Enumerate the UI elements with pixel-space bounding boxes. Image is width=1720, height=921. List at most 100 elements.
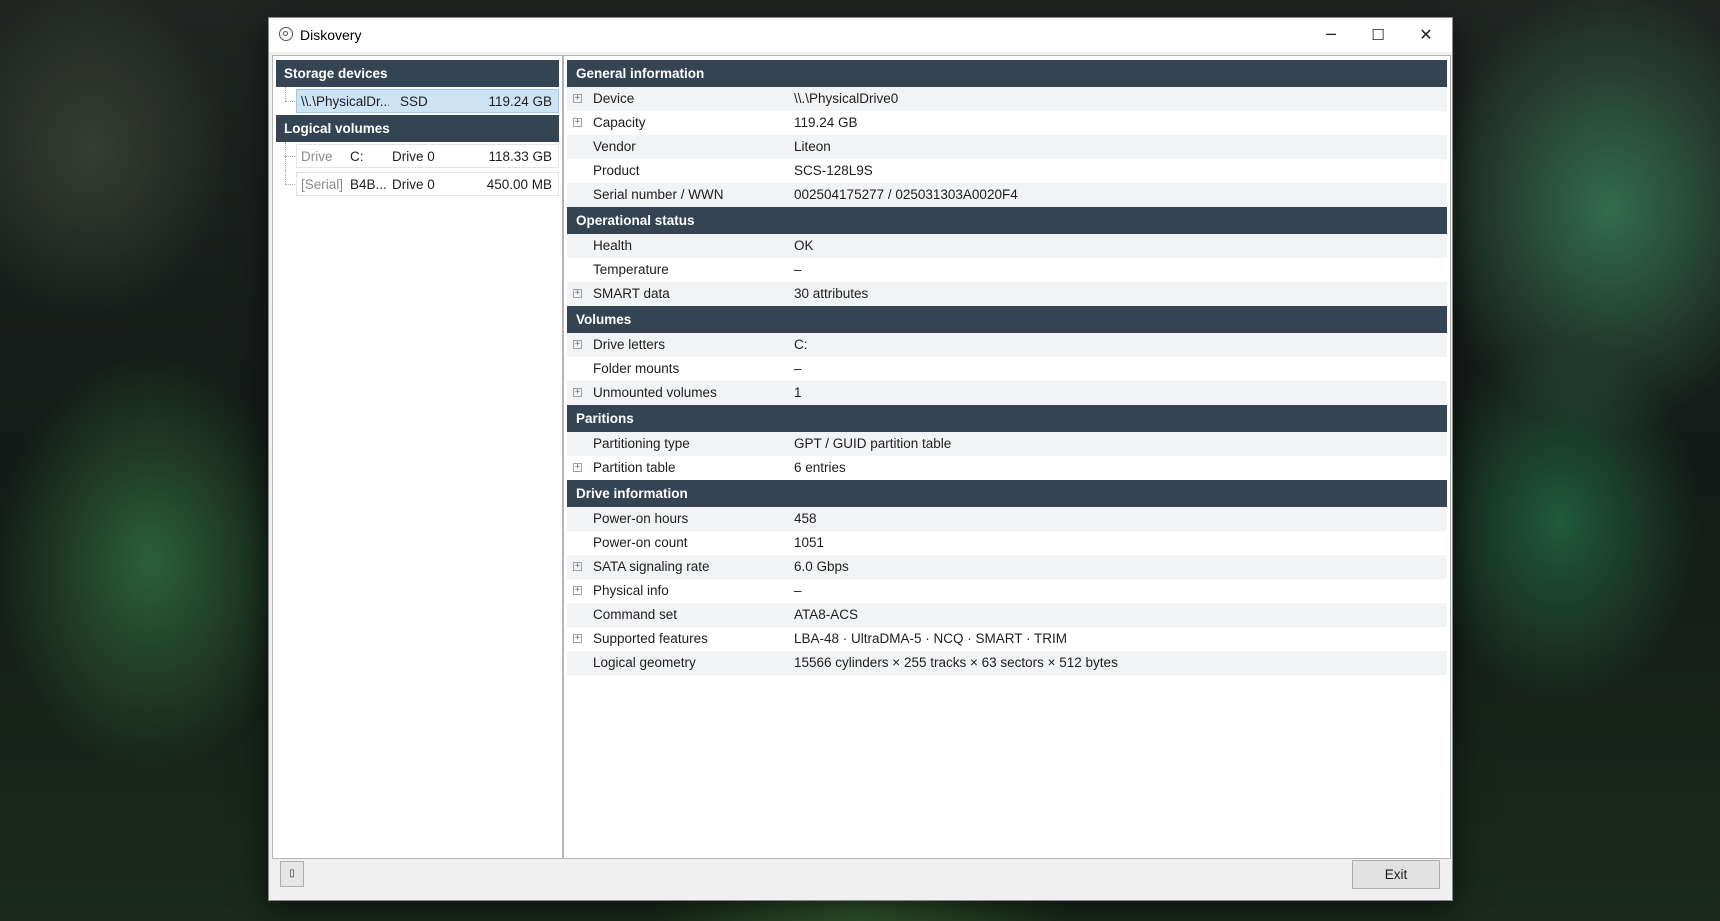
property-value: 1051 [794,535,825,550]
property-row: Serial number / WWN 002504175277 / 025031… [567,183,1447,207]
logical-volume-row: [Serial] B4B... Drive 0 450.00 MB [273,170,562,198]
property-value: C: [794,337,808,352]
property-label: Drive letters [593,337,666,352]
minimize-button[interactable]: ─ [1305,18,1357,52]
property-value: \\.\PhysicalDrive0 [794,91,899,106]
property-row: Power-on hours 458 [567,507,1447,531]
property-value: OK [794,238,814,253]
property-row: Vendor Liteon [567,135,1447,159]
storage-device-item[interactable]: \\.\PhysicalDr... SSD 119.24 GB [296,89,559,113]
property-label: Unmounted volumes [593,385,717,400]
title-bar[interactable]: Diskovery ─ ☐ ✕ [269,18,1452,52]
property-value: – [794,361,802,376]
logical-volumes-list: Drive C: Drive 0 118.33 GB [Serial] B4B... Dri… [273,142,562,198]
property-label: Partitioning type [593,436,690,451]
property-row: Product SCS-128L9S [567,159,1447,183]
property-label: SMART data [593,286,670,301]
section-heading: Drive information [567,480,1447,507]
storage-devices-list: \\.\PhysicalDr... SSD 119.24 GB [273,87,562,115]
property-row[interactable]: + SATA signaling rate 6.0 Gbps [567,555,1447,579]
section-heading: Paritions [567,405,1447,432]
plus-box-icon[interactable]: + [573,388,582,397]
property-label: Power-on hours [593,511,689,526]
properties-pane: General information + Device \\.\PhysicalDr… [563,55,1451,859]
property-row[interactable]: + Unmounted volumes 1 [567,381,1447,405]
property-row: Logical geometry 15566 cylinders × 255 tr… [567,651,1447,675]
property-row: Folder mounts – [567,357,1447,381]
property-row[interactable]: + Capacity 119.24 GB [567,111,1447,135]
property-value: – [794,583,802,598]
volume-kind: [Serial] [301,177,344,192]
logical-volume-item[interactable]: [Serial] B4B... Drive 0 450.00 MB [296,172,559,196]
property-value: SCS-128L9S [794,163,873,178]
tree-connector [285,87,286,101]
app-disk-icon [279,27,293,41]
tree-connector [285,170,286,184]
property-label: Logical geometry [593,655,696,670]
property-row: Temperature – [567,258,1447,282]
property-row[interactable]: + Partition table 6 entries [567,456,1447,480]
plus-box-icon[interactable]: + [573,463,582,472]
section-heading: Operational status [567,207,1447,234]
property-value: 6 entries [794,460,846,475]
plus-box-icon[interactable]: + [573,289,582,298]
tree-connector [285,156,295,157]
exit-button[interactable]: Exit [1352,860,1440,889]
small-square-button[interactable]: ▯ [280,861,304,887]
volume-size: 450.00 MB [486,177,552,192]
property-row[interactable]: + Supported features LBA-48 · UltraDMA-5 ·… [567,627,1447,651]
logical-volume-item[interactable]: Drive C: Drive 0 118.33 GB [296,144,559,168]
property-row[interactable]: + Drive letters C: [567,333,1447,357]
plus-box-icon[interactable]: + [573,94,582,103]
property-label: Serial number / WWN [593,187,724,202]
plus-box-icon[interactable]: + [573,340,582,349]
property-label: Supported features [593,631,708,646]
device-tree-pane: Storage devices \\.\PhysicalDr... SSD 119.… [272,55,563,859]
property-value: Liteon [794,139,831,154]
maximize-button[interactable]: ☐ [1352,18,1404,52]
property-row: Partitioning type GPT / GUID partition ta… [567,432,1447,456]
close-button[interactable]: ✕ [1400,18,1452,52]
property-value: 119.24 GB [794,115,858,130]
property-label: Physical info [593,583,669,598]
plus-box-icon[interactable]: + [573,562,582,571]
property-label: Vendor [593,139,636,154]
property-label: Product [593,163,640,178]
volume-id: B4B... [350,177,386,192]
property-label: Command set [593,607,678,622]
property-row[interactable]: + Device \\.\PhysicalDrive0 [567,87,1447,111]
property-value: LBA-48 · UltraDMA-5 · NCQ · SMART · TRIM [794,631,1068,646]
property-row[interactable]: + Physical info – [567,579,1447,603]
tree-connector [285,184,295,185]
plus-box-icon[interactable]: + [573,586,582,595]
property-row: Power-on count 1051 [567,531,1447,555]
property-value: 30 attributes [794,286,869,301]
property-value: 458 [794,511,817,526]
storage-device-row: \\.\PhysicalDr... SSD 119.24 GB [273,87,562,115]
property-row: Health OK [567,234,1447,258]
property-row[interactable]: + SMART data 30 attributes [567,282,1447,306]
plus-box-icon[interactable]: + [573,634,582,643]
device-size: 119.24 GB [488,94,552,109]
property-label: Power-on count [593,535,688,550]
property-value: GPT / GUID partition table [794,436,952,451]
property-label: SATA signaling rate [593,559,710,574]
diskovery-window: Diskovery ─ ☐ ✕ Storage devices \\.\Phys… [268,17,1453,901]
volume-drive: Drive 0 [392,177,435,192]
volume-drive: Drive 0 [392,149,435,164]
property-value: ATA8-ACS [794,607,859,622]
plus-box-icon[interactable]: + [573,118,582,127]
volume-kind: Drive [301,149,333,164]
window-title: Diskovery [300,27,362,43]
property-label: Folder mounts [593,361,680,376]
property-value: 6.0 Gbps [794,559,849,574]
property-value: – [794,262,802,277]
volume-id: C: [350,149,364,164]
property-value: 002504175277 / 025031303A0020F4 [794,187,1018,202]
tree-connector [285,101,295,102]
device-name: \\.\PhysicalDr... [301,94,389,109]
property-value: 1 [794,385,802,400]
property-label: Capacity [593,115,646,130]
device-type: SSD [400,94,428,109]
property-label: Partition table [593,460,676,475]
